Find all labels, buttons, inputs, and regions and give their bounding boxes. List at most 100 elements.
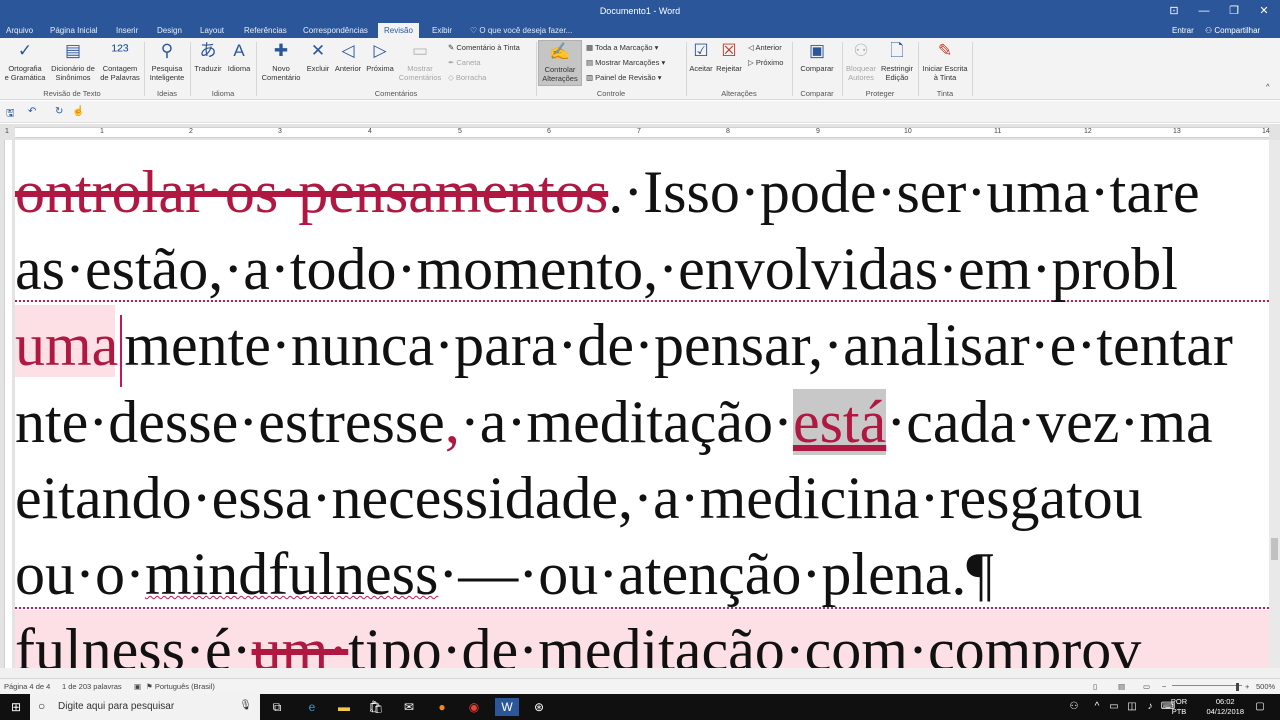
clock[interactable]: 06:02 04/12/2018 <box>1206 697 1244 717</box>
translate-button[interactable]: あ Traduzir <box>192 40 224 73</box>
previous-comment-button[interactable]: ◁ Anterior <box>332 40 364 73</box>
input-language[interactable]: POR PTB <box>1168 697 1190 717</box>
ink-comment-button[interactable]: ✎ Comentário à Tinta <box>448 43 520 52</box>
zoom-out-icon[interactable]: − <box>1162 682 1166 691</box>
word-count-button[interactable]: ¹²³ Contagem de Palavras <box>98 40 142 82</box>
ruler-track <box>15 127 1269 138</box>
minimize-button[interactable]: — <box>1194 3 1214 19</box>
next-change-button[interactable]: ▷ Próximo <box>748 58 783 67</box>
eraser-button[interactable]: ◇ Borracha <box>448 73 486 82</box>
compare-button[interactable]: ▣ Comparar <box>794 40 840 73</box>
undo-icon[interactable]: ↶ <box>28 106 36 117</box>
app-icon[interactable]: ● <box>430 698 454 716</box>
reject-button[interactable]: ☒ Rejeitar <box>714 40 744 73</box>
separator <box>792 42 793 96</box>
settings-app-icon[interactable]: ⊛ <box>527 698 551 716</box>
tab-design[interactable]: Design <box>153 24 186 37</box>
taskbar-search[interactable]: ○ Digite aqui para pesquisar 🎙 <box>30 694 260 720</box>
tab-exibir[interactable]: Exibir <box>428 24 456 37</box>
tab-inserir[interactable]: Inserir <box>112 24 142 37</box>
block-authors-button[interactable]: ⚇ Bloquear Autores <box>844 40 878 82</box>
track-changes-button[interactable]: ✍ Controlar Alterações <box>538 40 582 86</box>
start-inking-button[interactable]: ✎ Iniciar Escrita à Tinta <box>920 40 970 82</box>
tab-referencias[interactable]: Referências <box>240 24 291 37</box>
tab-pagina-inicial[interactable]: Página Inicial <box>46 24 102 37</box>
windows-start-icon[interactable]: ⊞ <box>4 698 28 716</box>
chrome-icon[interactable]: ◉ <box>462 698 486 716</box>
tell-me-search[interactable]: ♡ O que você deseja fazer... <box>470 26 572 35</box>
proofing-icon[interactable]: ▣ <box>134 682 141 691</box>
people-tray-icon[interactable]: ⚇ <box>1062 698 1086 716</box>
ruler-tick: 12 <box>1084 128 1092 135</box>
accept-button[interactable]: ☑ Aceitar <box>688 40 714 73</box>
store-icon[interactable]: 🛍 <box>364 698 388 716</box>
language-button[interactable]: A Idioma <box>224 40 254 73</box>
thesaurus-button[interactable]: ▤ Dicionário de Sinônimos <box>48 40 98 82</box>
inserted-text: uma <box>15 312 119 378</box>
markup-dropdown[interactable]: ▦ Toda a Marcação ▾ <box>586 43 658 52</box>
separator <box>190 42 191 96</box>
tab-correspondencias[interactable]: Correspondências <box>299 24 372 37</box>
word-count[interactable]: 1 de 203 palavras <box>62 682 122 691</box>
zoom-in-icon[interactable]: + <box>1245 682 1249 691</box>
tab-layout[interactable]: Layout <box>196 24 228 37</box>
language-indicator[interactable]: ⚑ Português (Brasil) <box>146 682 215 691</box>
track-changes-label: Controlar Alterações <box>542 65 578 83</box>
line-text: ou·o· <box>15 541 145 607</box>
ruler-tick: 1 <box>100 128 104 135</box>
task-view-icon[interactable]: ⧉ <box>265 698 289 716</box>
pen-button[interactable]: ✒ Caneta <box>448 58 481 67</box>
notification-icon[interactable]: ▢ <box>1248 698 1272 716</box>
horizontal-scrollbar[interactable] <box>0 668 1280 678</box>
close-button[interactable]: ✕ <box>1254 3 1274 19</box>
zoom-level[interactable]: 500% <box>1256 682 1275 691</box>
restore-button[interactable]: ❐ <box>1224 3 1244 19</box>
abc-123-icon: ¹²³ <box>111 41 129 60</box>
new-comment-button[interactable]: ✚ Novo Comentário <box>258 40 304 82</box>
ribbon-display-options-icon[interactable]: ⊡ <box>1164 3 1184 19</box>
next-label: Próxima <box>366 64 394 73</box>
markup-icon: ▦ <box>586 43 596 52</box>
edge-browser-icon[interactable]: e <box>300 698 324 716</box>
word-count-label: Contagem de Palavras <box>100 64 140 82</box>
line-text: nte·desse·estresse <box>15 389 445 455</box>
read-mode-icon[interactable]: ▯ <box>1093 682 1097 691</box>
eraser-label: Borracha <box>455 73 487 82</box>
spelling-grammar-button[interactable]: ✓ Ortografia e Gramática <box>3 40 47 82</box>
delete-comment-button[interactable]: ✕ Excluir <box>304 40 332 73</box>
word-app-icon[interactable]: W <box>495 698 519 716</box>
show-markup-dropdown[interactable]: ▤ Mostrar Marcações ▾ <box>586 58 665 67</box>
previous-change-button[interactable]: ◁ Anterior <box>748 43 782 52</box>
group-insights-label: Ideias <box>156 89 177 98</box>
share-button[interactable]: ⚇ Compartilhar <box>1205 26 1260 35</box>
mail-icon[interactable]: ✉ <box>397 698 421 716</box>
smart-lookup-button[interactable]: ⚲ Pesquisa Inteligente <box>146 40 188 82</box>
file-explorer-icon[interactable]: ▬ <box>332 698 356 716</box>
print-layout-icon[interactable]: ▤ <box>1118 682 1125 691</box>
ribbon: ✓ Ortografia e Gramática ▤ Dicionário de S… <box>0 38 1280 100</box>
next-comment-button[interactable]: ▷ Próxima <box>364 40 396 73</box>
document-page[interactable]: ontrolar·os·pensamentos.·Isso·pode·ser·u… <box>15 140 1269 668</box>
restrict-editing-button[interactable]: 🗋 Restringir Edição <box>878 40 916 82</box>
vertical-scrollbar[interactable] <box>1269 140 1280 668</box>
touch-mode-icon[interactable]: ☝ <box>72 106 84 117</box>
vertical-ruler <box>0 140 14 668</box>
doc-line-6: ou·o·mindfulness·—·ou·atenção·plena.¶ <box>15 544 994 604</box>
ruler-tick: 2 <box>189 128 193 135</box>
scrollbar-thumb[interactable] <box>1271 538 1278 560</box>
redo-icon[interactable]: ↻ <box>55 106 63 117</box>
web-layout-icon[interactable]: ▭ <box>1143 682 1150 691</box>
tab-revisao[interactable]: Revisão <box>378 23 419 38</box>
prev-change-label: Anterior <box>755 43 782 52</box>
doc-line-1: ontrolar·os·pensamentos.·Isso·pode·ser·u… <box>15 162 1200 222</box>
ruler-tick: 3 <box>278 128 282 135</box>
page-count[interactable]: Página 4 de 4 <box>4 682 50 691</box>
collapse-ribbon-icon[interactable]: ^ <box>1266 82 1270 91</box>
reviewing-pane-dropdown[interactable]: ▥ Painel de Revisão ▾ <box>586 73 662 82</box>
zoom-slider[interactable] <box>1172 685 1242 686</box>
save-icon[interactable]: 🖫 <box>6 106 15 123</box>
sign-in-link[interactable]: Entrar <box>1172 26 1194 35</box>
tab-arquivo[interactable]: Arquivo <box>2 24 37 37</box>
show-comments-button[interactable]: ▭ Mostrar Comentários <box>396 40 444 82</box>
zoom-slider-thumb[interactable] <box>1236 683 1239 691</box>
